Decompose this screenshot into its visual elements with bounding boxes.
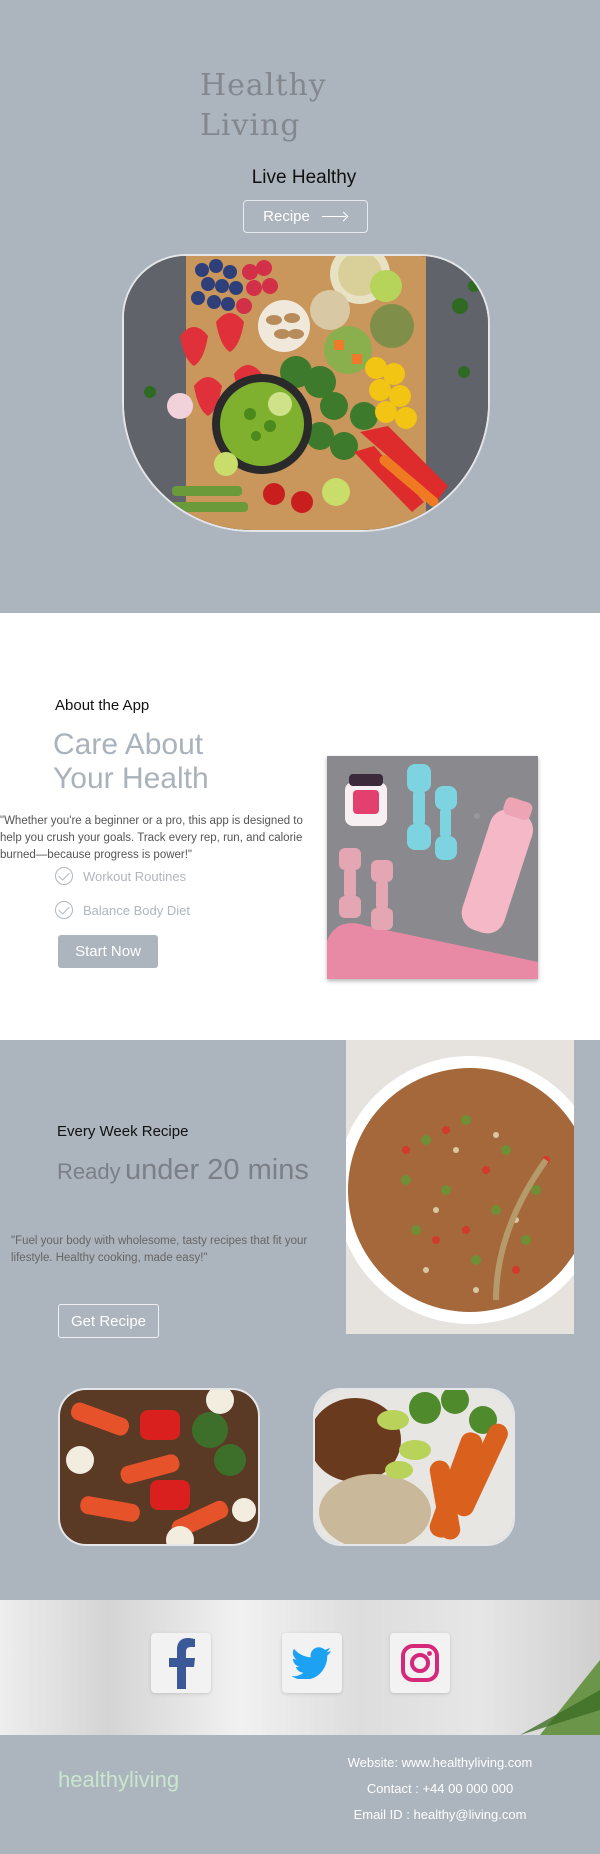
facebook-icon[interactable] — [151, 1633, 211, 1693]
about-quote: "Whether you're a beginner or a pro, thi… — [0, 815, 303, 861]
check-circle-icon — [55, 867, 73, 885]
footer-website[interactable]: Website: www.healthyliving.com — [320, 1755, 560, 1770]
get-recipe-button[interactable]: Get Recipe — [58, 1304, 159, 1338]
arrow-right-icon — [321, 212, 348, 222]
hero-section: Healthy Living Live Healthy Recipe — [0, 0, 600, 613]
twitter-glyph — [292, 1647, 331, 1679]
about-kicker: About the App — [55, 697, 150, 714]
footer-contact: Contact : +44 00 000 000 — [366, 1781, 514, 1796]
about-title: Care About Your Health — [53, 728, 209, 796]
logo-line-1: Healthy — [200, 68, 327, 103]
recipe-button-label: Recipe — [263, 208, 310, 225]
brand-logo[interactable]: Healthy Living — [200, 66, 327, 146]
about-section: About the App Care About Your Health "Wh… — [0, 613, 600, 1040]
quinoa-salad-image — [346, 1040, 574, 1334]
lentil-bowl-image — [313, 1388, 515, 1546]
facebook-glyph — [169, 1638, 195, 1689]
footer-email[interactable]: Email ID : healthy@living.com — [320, 1807, 560, 1822]
platter-illustration — [124, 256, 488, 530]
hero-food-platter-image — [122, 254, 490, 532]
feature-item: Workout Routines — [55, 867, 186, 885]
about-title-line-2: Your Health — [53, 762, 209, 795]
roasted-vegetables-illustration — [60, 1390, 258, 1544]
recipe-title-big: under 20 mins — [125, 1154, 309, 1186]
twitter-icon[interactable] — [282, 1633, 342, 1693]
lentil-bowl-illustration — [315, 1390, 513, 1544]
fitness-equipment-image — [327, 756, 538, 979]
quinoa-illustration — [346, 1040, 574, 1334]
check-circle-icon — [55, 901, 73, 919]
fitness-illustration — [327, 756, 538, 979]
roasted-vegetables-image — [58, 1388, 260, 1546]
recipe-quote: "Fuel your body with wholesome, tasty re… — [11, 1235, 308, 1264]
logo-line-2: Living — [200, 108, 301, 143]
start-now-button[interactable]: Start Now — [58, 935, 158, 968]
recipe-section: Every Week Recipe Ready under 20 mins "F… — [0, 1040, 600, 1600]
feature-item: Balance Body Diet — [55, 901, 190, 919]
feature-label: Balance Body Diet — [83, 902, 190, 918]
recipe-kicker: Every Week Recipe — [57, 1123, 189, 1140]
about-title-line-1: Care About — [53, 728, 204, 761]
instagram-glyph — [401, 1644, 439, 1682]
feature-label: Workout Routines — [83, 868, 187, 884]
footer-logo[interactable]: healthyliving — [58, 1767, 179, 1793]
hero-tagline: Live Healthy — [251, 167, 357, 188]
social-section — [0, 1600, 600, 1735]
footer: healthyliving Website: www.healthyliving… — [0, 1735, 600, 1854]
recipe-title: Ready under 20 mins — [57, 1154, 309, 1187]
recipe-button[interactable]: Recipe — [243, 200, 368, 233]
instagram-icon[interactable] — [390, 1633, 450, 1693]
recipe-title-small: Ready — [57, 1159, 121, 1184]
